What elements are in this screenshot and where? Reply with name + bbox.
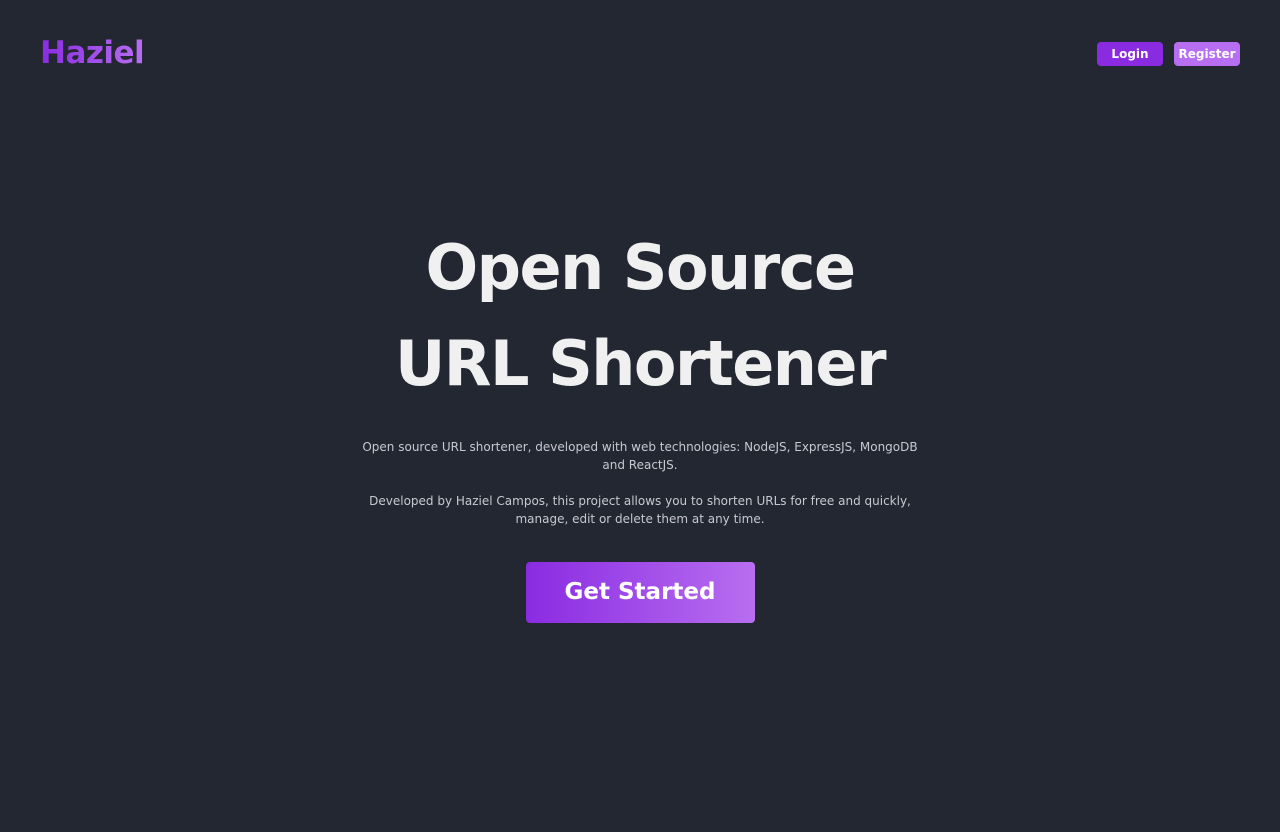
hero-description: Open source URL shortener, developed wit…: [360, 438, 920, 528]
hero-title-line-1: Open Source: [425, 231, 856, 304]
hero-title: Open Source URL Shortener: [260, 220, 1020, 412]
hero-title-line-2: URL Shortener: [394, 327, 887, 400]
hero-description-text-1: Open source URL shortener, developed wit…: [362, 440, 918, 472]
hero-section: Open Source URL Shortener Open source UR…: [0, 220, 1280, 623]
hero-description-text-2: Developed by Haziel Campos, this project…: [369, 494, 911, 526]
login-button[interactable]: Login: [1097, 42, 1163, 66]
brand-logo[interactable]: Haziel: [40, 33, 145, 73]
nav-actions: Login Register: [1097, 42, 1240, 66]
get-started-button[interactable]: Get Started: [525, 562, 755, 623]
top-navigation: Haziel Login Register: [0, 0, 1280, 108]
register-button[interactable]: Register: [1174, 42, 1240, 66]
